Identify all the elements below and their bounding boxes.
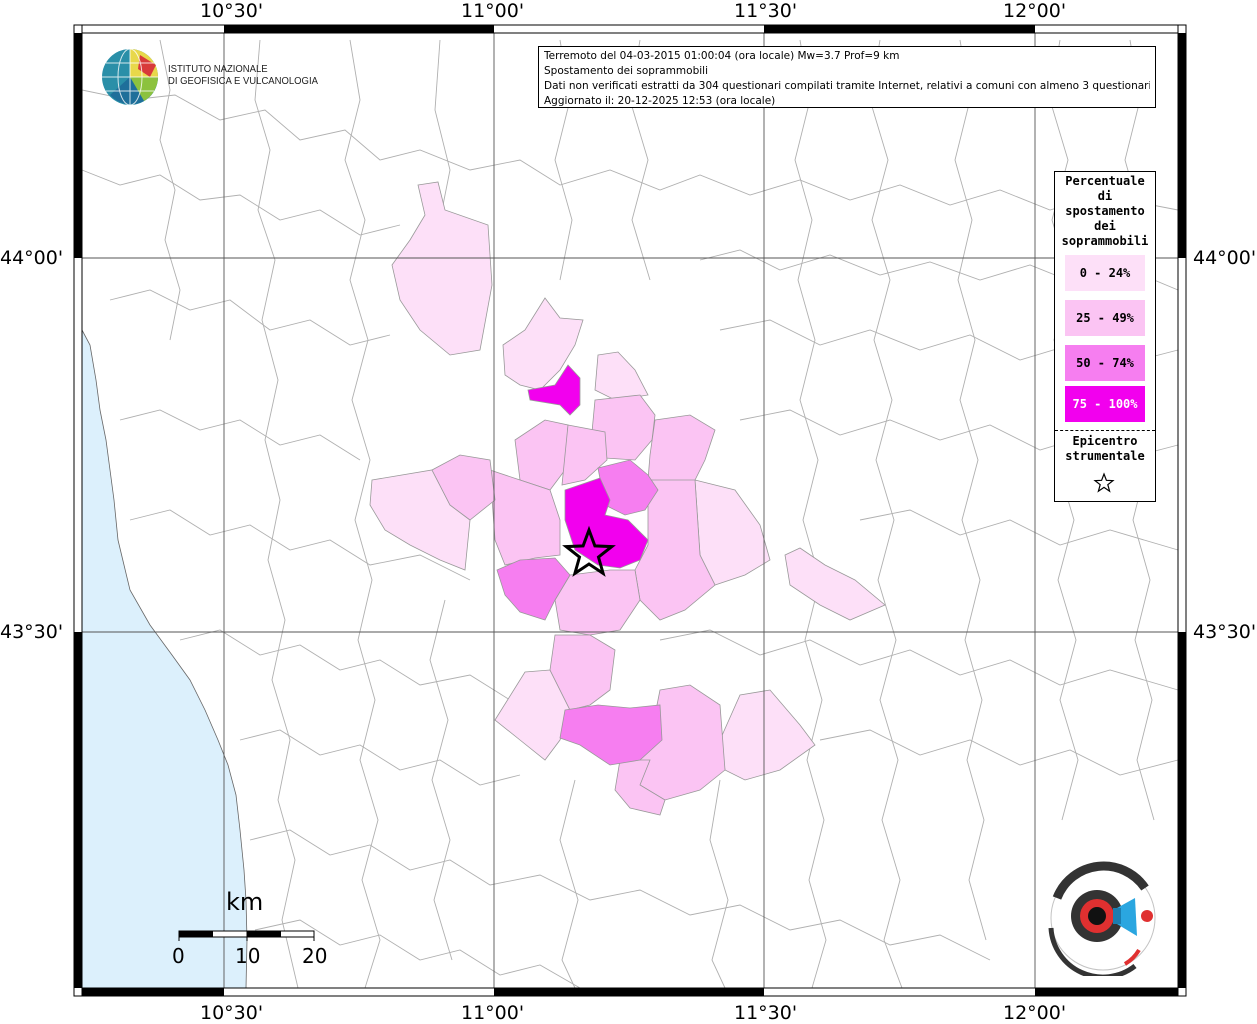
legend-star-icon — [1093, 472, 1115, 493]
coord-top-1200: 12°00' — [1003, 0, 1067, 22]
coord-top-1100: 11°00' — [461, 0, 525, 22]
legend-title-line: Percentuale — [1065, 174, 1145, 188]
coord-right-4400: 44°00' — [1193, 247, 1257, 269]
event-info-box: Terremoto del 04-03-2015 01:00:04 (ora l… — [538, 46, 1156, 108]
legend-title-line: di — [1097, 189, 1113, 203]
ingv-logo: ISTITUTO NAZIONALE DI GEOFISICA E VULCAN… — [100, 47, 320, 107]
legend: Percentuale di spostamento dei soprammob… — [1054, 171, 1156, 502]
scale-unit: km — [226, 888, 264, 916]
coord-right-4330: 43°30' — [1193, 621, 1257, 643]
legend-item-class2: 25 - 49% — [1065, 300, 1145, 336]
legend-title: Percentuale di spostamento dei soprammob… — [1055, 174, 1155, 249]
update-time: Aggiornato il: 20-12-2025 12:53 (ora loc… — [544, 95, 776, 107]
legend-title-line: dei — [1094, 219, 1116, 233]
haisentito-logo-icon — [1048, 861, 1156, 976]
legend-epicenter-line: strumentale — [1065, 449, 1145, 463]
coord-top-1130: 11°30' — [734, 0, 798, 22]
event-title: Terremoto del 04-03-2015 01:00:04 (ora l… — [544, 50, 900, 62]
data-note: Dati non verificati estratti da 304 ques… — [544, 80, 1150, 92]
coord-bottom-1200: 12°00' — [1003, 1002, 1067, 1024]
coord-top-1030: 10°30' — [200, 0, 264, 22]
coord-left-4400: 44°00' — [0, 247, 64, 269]
legend-item-class3: 50 - 74% — [1065, 345, 1145, 381]
scale-label-10: 10 — [235, 944, 261, 968]
ingv-globe-icon — [102, 48, 158, 106]
map-parameter: Spostamento dei soprammobili — [544, 65, 708, 77]
ingv-logo-text: ISTITUTO NAZIONALE DI GEOFISICA E VULCAN… — [168, 64, 318, 88]
legend-item-class4: 75 - 100% — [1065, 386, 1145, 422]
legend-separator — [1055, 430, 1155, 431]
ingv-line1: ISTITUTO NAZIONALE — [168, 64, 268, 75]
coord-bottom-1100: 11°00' — [461, 1002, 525, 1024]
legend-title-line: spostamento — [1065, 204, 1145, 218]
scale-label-20: 20 — [302, 944, 328, 968]
legend-epicenter-label: Epicentro strumentale — [1055, 434, 1155, 464]
scale-label-0: 0 — [172, 944, 185, 968]
coord-bottom-1030: 10°30' — [200, 1002, 264, 1024]
ingv-line2: DI GEOFISICA E VULCANOLOGIA — [168, 76, 318, 87]
legend-title-line: soprammobili — [1061, 234, 1149, 248]
legend-epicenter-line: Epicentro — [1072, 434, 1138, 448]
legend-item-class1: 0 - 24% — [1065, 255, 1145, 291]
coord-bottom-1130: 11°30' — [734, 1002, 798, 1024]
coord-left-4330: 43°30' — [0, 621, 64, 643]
